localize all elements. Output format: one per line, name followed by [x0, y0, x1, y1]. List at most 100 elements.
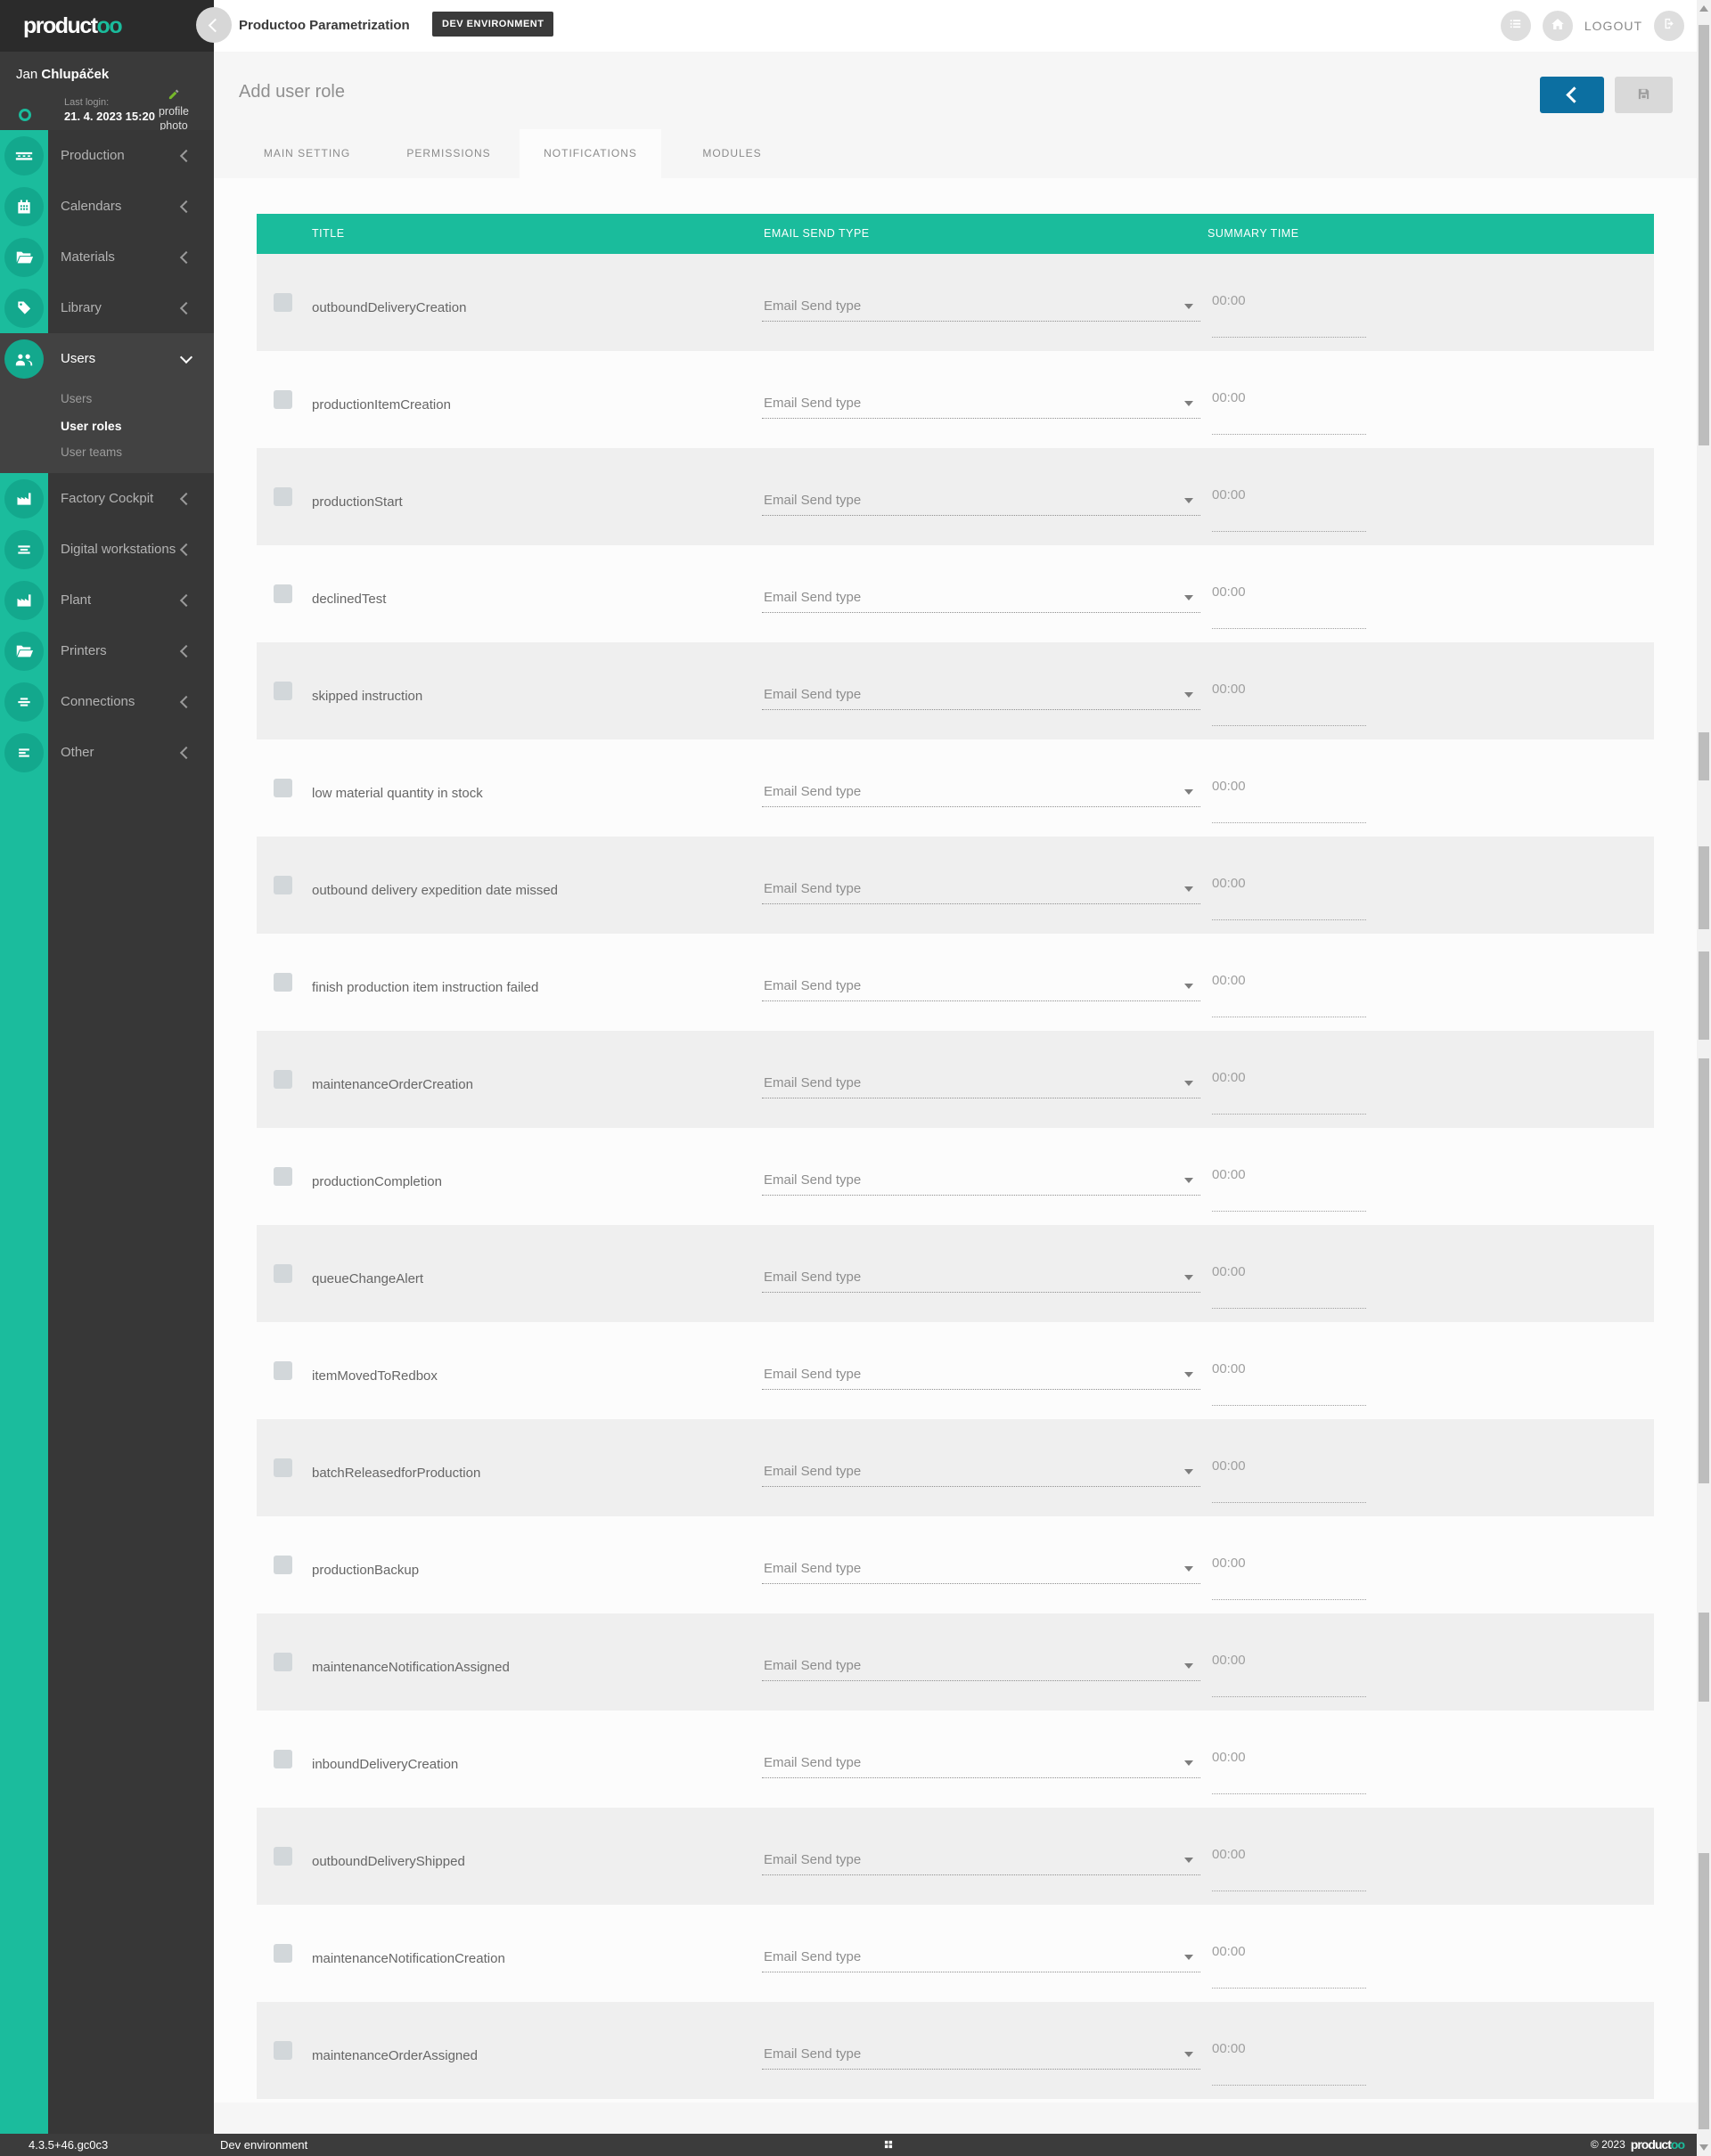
- row-checkbox[interactable]: [274, 1070, 292, 1089]
- row-checkbox[interactable]: [274, 973, 292, 992]
- email-send-type-select[interactable]: Email Send type: [762, 872, 1200, 904]
- email-send-type-select[interactable]: Email Send type: [762, 775, 1200, 807]
- sidebar-subitem-user-teams[interactable]: User teams: [0, 439, 214, 466]
- sidebar-subitem-user-roles[interactable]: User roles: [0, 412, 214, 439]
- scrollbar-thumb[interactable]: [1699, 25, 1709, 445]
- email-send-type-select[interactable]: Email Send type: [762, 1940, 1200, 1972]
- row-checkbox[interactable]: [274, 2041, 292, 2060]
- dropdown-caret-icon: [1184, 789, 1193, 795]
- email-send-type-select[interactable]: Email Send type: [762, 1066, 1200, 1098]
- logout-label[interactable]: LOGOUT: [1584, 19, 1642, 33]
- summary-time-input[interactable]: 00:00: [1212, 1750, 1246, 1765]
- summary-time-input[interactable]: 00:00: [1212, 1556, 1246, 1571]
- row-checkbox[interactable]: [274, 876, 292, 894]
- sidebar-item-factory-cockpit[interactable]: Factory Cockpit: [0, 473, 214, 524]
- summary-time-input[interactable]: 00:00: [1212, 682, 1246, 697]
- sidebar-item-library[interactable]: Library: [0, 282, 214, 333]
- sidebar-item-production[interactable]: Production: [0, 130, 214, 181]
- summary-time-input[interactable]: 00:00: [1212, 2041, 1246, 2056]
- sidebar-item-label: Plant: [61, 592, 91, 608]
- email-send-type-select[interactable]: Email Send type: [762, 1358, 1200, 1390]
- sidebar-item-other[interactable]: Other: [0, 727, 214, 778]
- logout-button[interactable]: [1654, 11, 1684, 41]
- email-send-type-select[interactable]: Email Send type: [762, 1455, 1200, 1487]
- row-checkbox[interactable]: [274, 1458, 292, 1477]
- row-checkbox[interactable]: [274, 779, 292, 797]
- email-send-type-select[interactable]: Email Send type: [762, 581, 1200, 613]
- summary-time-input[interactable]: 00:00: [1212, 1653, 1246, 1668]
- sidebar-item-label: Materials: [61, 249, 115, 265]
- row-checkbox[interactable]: [274, 390, 292, 409]
- scrollbar-thumb[interactable]: [1699, 1058, 1709, 1483]
- table-body: outboundDeliveryCreation Email Send type…: [257, 254, 1654, 2099]
- back-button[interactable]: [1540, 77, 1604, 113]
- row-checkbox[interactable]: [274, 1361, 292, 1380]
- row-checkbox[interactable]: [274, 1944, 292, 1963]
- home-button[interactable]: [1543, 11, 1573, 41]
- sidebar-item-materials[interactable]: Materials: [0, 232, 214, 282]
- summary-time-input[interactable]: 00:00: [1212, 876, 1246, 891]
- grid-icon[interactable]: [882, 2138, 895, 2155]
- scrollbar-thumb[interactable]: [1699, 951, 1709, 1040]
- summary-time-input[interactable]: 00:00: [1212, 1944, 1246, 1959]
- row-checkbox[interactable]: [274, 1750, 292, 1768]
- summary-time-input[interactable]: 00:00: [1212, 1847, 1246, 1862]
- sidebar-collapse-button[interactable]: [196, 7, 232, 43]
- tab-notifications[interactable]: NOTIFICATIONS: [520, 129, 661, 178]
- summary-time-input[interactable]: 00:00: [1212, 1264, 1246, 1279]
- summary-time-input[interactable]: 00:00: [1212, 487, 1246, 502]
- scrollbar-thumb[interactable]: [1699, 846, 1709, 929]
- summary-time-input[interactable]: 00:00: [1212, 293, 1246, 308]
- scroll-down-arrow-icon[interactable]: [1699, 2144, 1708, 2151]
- edit-profile-photo[interactable]: profile photo: [144, 87, 203, 130]
- sidebar-item-printers[interactable]: Printers: [0, 625, 214, 676]
- sidebar-item-users[interactable]: Users: [0, 333, 214, 384]
- row-checkbox[interactable]: [274, 1847, 292, 1866]
- email-send-type-select[interactable]: Email Send type: [762, 1552, 1200, 1584]
- sidebar-group-users: Users UsersUser rolesUser teams: [0, 333, 214, 473]
- email-send-type-select[interactable]: Email Send type: [762, 1164, 1200, 1196]
- menu-list-button[interactable]: [1501, 11, 1531, 41]
- row-checkbox[interactable]: [274, 293, 292, 312]
- email-send-type-select[interactable]: Email Send type: [762, 678, 1200, 710]
- tab-main-setting[interactable]: MAIN SETTING: [236, 129, 378, 178]
- sidebar-item-calendars[interactable]: Calendars: [0, 181, 214, 232]
- row-checkbox[interactable]: [274, 487, 292, 506]
- sidebar-item-digital-workstations[interactable]: Digital workstations: [0, 524, 214, 575]
- summary-time-input[interactable]: 00:00: [1212, 1167, 1246, 1182]
- summary-time-input[interactable]: 00:00: [1212, 584, 1246, 600]
- row-checkbox[interactable]: [274, 1653, 292, 1671]
- summary-time-input[interactable]: 00:00: [1212, 390, 1246, 405]
- scrollbar-thumb[interactable]: [1699, 732, 1709, 780]
- row-checkbox[interactable]: [274, 1264, 292, 1283]
- scrollbar-thumb[interactable]: [1699, 1613, 1709, 1702]
- scroll-up-arrow-icon[interactable]: [1699, 5, 1708, 12]
- email-send-type-select[interactable]: Email Send type: [762, 1746, 1200, 1778]
- email-send-type-select[interactable]: Email Send type: [762, 387, 1200, 419]
- sidebar-item-connections[interactable]: Connections: [0, 676, 214, 727]
- vertical-scrollbar[interactable]: [1697, 0, 1711, 2156]
- summary-time-input[interactable]: 00:00: [1212, 1458, 1246, 1474]
- save-button[interactable]: [1615, 77, 1673, 113]
- tab-modules[interactable]: MODULES: [661, 129, 803, 178]
- summary-time-underline: [1212, 530, 1366, 532]
- sidebar-item-plant[interactable]: Plant: [0, 575, 214, 625]
- summary-time-input[interactable]: 00:00: [1212, 779, 1246, 794]
- email-send-type-select[interactable]: Email Send type: [762, 1649, 1200, 1681]
- email-send-type-select[interactable]: Email Send type: [762, 1261, 1200, 1293]
- email-send-type-select[interactable]: Email Send type: [762, 290, 1200, 322]
- email-send-type-select[interactable]: Email Send type: [762, 2038, 1200, 2070]
- email-send-type-select[interactable]: Email Send type: [762, 484, 1200, 516]
- row-checkbox[interactable]: [274, 682, 292, 700]
- row-checkbox[interactable]: [274, 1556, 292, 1574]
- tab-permissions[interactable]: PERMISSIONS: [378, 129, 520, 178]
- row-checkbox[interactable]: [274, 1167, 292, 1186]
- email-send-type-select[interactable]: Email Send type: [762, 1843, 1200, 1875]
- summary-time-input[interactable]: 00:00: [1212, 973, 1246, 988]
- row-checkbox[interactable]: [274, 584, 292, 603]
- summary-time-input[interactable]: 00:00: [1212, 1070, 1246, 1085]
- summary-time-input[interactable]: 00:00: [1212, 1361, 1246, 1376]
- email-send-type-select[interactable]: Email Send type: [762, 969, 1200, 1001]
- sidebar-subitem-users[interactable]: Users: [0, 386, 214, 412]
- scrollbar-thumb[interactable]: [1699, 1853, 1709, 2129]
